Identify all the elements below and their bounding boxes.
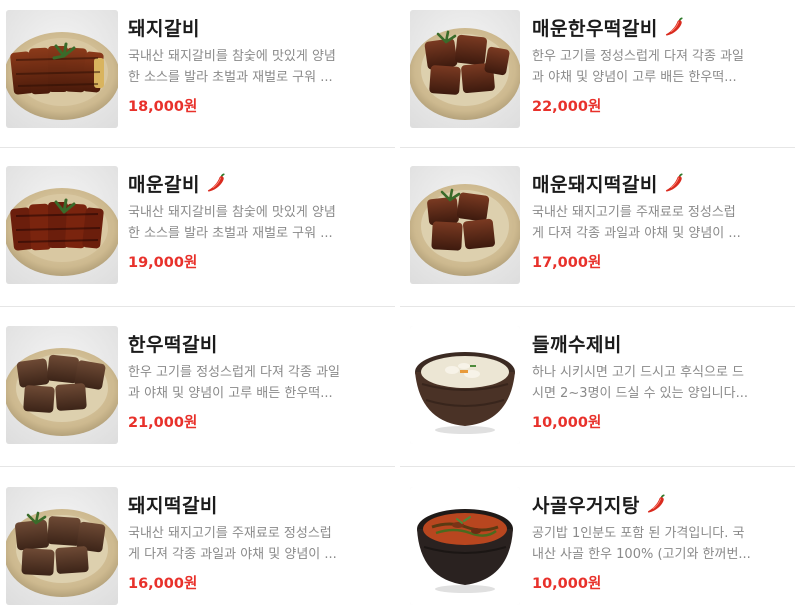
chili-pepper-icon <box>663 16 685 38</box>
menu-item-name: 한우떡갈비 <box>128 333 218 356</box>
menu-item-name: 들깨수제비 <box>532 333 622 356</box>
chili-pepper-icon <box>205 172 227 194</box>
menu-item-price: 22,000원 <box>532 99 602 115</box>
menu-item-price: 21,000원 <box>128 415 198 431</box>
menu-item-info: 매운갈비 국내산 돼지갈비를 참숯에 맛있게 양념 한 소스를 발라 초벌과 재… <box>128 168 378 272</box>
menu-item-image[interactable] <box>410 10 520 128</box>
menu-item-description: 국내산 돼지고기를 주재료로 정성스럽 게 다져 각종 과일과 야채 및 양념이… <box>532 202 788 244</box>
menu-item-pork-tteokgalbi[interactable]: 돼지떡갈비 국내산 돼지고기를 주재료로 정성스럽 게 다져 각종 과일과 야채… <box>0 481 395 615</box>
menu-item-price: 18,000원 <box>128 99 198 115</box>
menu-item-sagol-ugeoji-tang[interactable]: 사골우거지탕 공기밥 1인분도 포함 된 가격입니다. 국 내산 사골 한우 1… <box>400 481 795 615</box>
description-line: 국내산 돼지갈비를 참숯에 맛있게 양념 <box>128 205 336 220</box>
menu-item-description: 하나 시키시면 고기 드시고 후식으로 드 시면 2~3명이 드실 수 있는 양… <box>532 362 788 404</box>
menu-item-name: 사골우거지탕 <box>532 494 640 517</box>
menu-item-name: 돼지갈비 <box>128 17 200 40</box>
menu-item-description: 국내산 돼지갈비를 참숯에 맛있게 양념 한 소스를 발라 초벌과 재벌로 구워… <box>128 46 378 88</box>
description-line: 공기밥 1인분도 포함 된 가격입니다. 국 <box>532 526 745 541</box>
description-line: 한우 고기를 정성스럽게 다져 각종 과일 <box>128 365 341 380</box>
menu-item-image[interactable] <box>410 166 520 284</box>
menu-item-info: 사골우거지탕 공기밥 1인분도 포함 된 가격입니다. 국 내산 사골 한우 1… <box>532 489 788 593</box>
description-line: 내산 사골 한우 100% (고기와 한꺼번... <box>532 547 751 562</box>
menu-item-title[interactable]: 돼지갈비 <box>128 12 378 42</box>
description-line: 국내산 돼지갈비를 참숯에 맛있게 양념 <box>128 49 336 64</box>
description-line: 국내산 돼지고기를 주재료로 정성스럽 <box>532 205 736 220</box>
menu-item-description: 한우 고기를 정성스럽게 다져 각종 과일 과 야채 및 양념이 고루 배든 한… <box>128 362 378 404</box>
description-line: 게 다져 각종 과일과 야채 및 양념이 ... <box>532 226 741 241</box>
menu-item-description: 국내산 돼지갈비를 참숯에 맛있게 양념 한 소스를 발라 초벌과 재벌로 구워… <box>128 202 378 244</box>
menu-item-title[interactable]: 돼지떡갈비 <box>128 489 378 519</box>
menu-item-name: 돼지떡갈비 <box>128 494 218 517</box>
description-line: 한우 고기를 정성스럽게 다져 각종 과일 <box>532 49 745 64</box>
menu-item-description: 한우 고기를 정성스럽게 다져 각종 과일 과 야채 및 양념이 고루 배든 한… <box>532 46 788 88</box>
description-line: 시면 2~3명이 드실 수 있는 양입니다... <box>532 386 748 401</box>
menu-item-price: 10,000원 <box>532 415 602 431</box>
menu-item-info: 돼지떡갈비 국내산 돼지고기를 주재료로 정성스럽 게 다져 각종 과일과 야채… <box>128 489 378 593</box>
menu-item-image[interactable] <box>6 326 118 444</box>
menu-item-title[interactable]: 한우떡갈비 <box>128 328 378 358</box>
menu-item-image[interactable] <box>410 326 520 444</box>
menu-item-price: 17,000원 <box>532 255 602 271</box>
menu-item-image[interactable] <box>6 487 118 605</box>
menu-item-info: 매운돼지떡갈비 국내산 돼지고기를 주재료로 정성스럽 게 다져 각종 과일과 … <box>532 168 788 272</box>
menu-item-name: 매운돼지떡갈비 <box>532 173 658 196</box>
menu-item-title[interactable]: 들깨수제비 <box>532 328 788 358</box>
menu-item-perilla-sujebi[interactable]: 들깨수제비 하나 시키시면 고기 드시고 후식으로 드 시면 2~3명이 드실 … <box>400 320 795 470</box>
menu-item-info: 매운한우떡갈비 한우 고기를 정성스럽게 다져 각종 과일 과 야채 및 양념이… <box>532 12 788 116</box>
menu-item-name: 매운한우떡갈비 <box>532 17 658 40</box>
menu-item-title[interactable]: 사골우거지탕 <box>532 489 788 519</box>
menu-item-price: 19,000원 <box>128 255 198 271</box>
description-line: 국내산 돼지고기를 주재료로 정성스럽 <box>128 526 332 541</box>
menu-item-title[interactable]: 매운갈비 <box>128 168 378 198</box>
menu-item-hanwoo-tteokgalbi[interactable]: 한우떡갈비 한우 고기를 정성스럽게 다져 각종 과일 과 야채 및 양념이 고… <box>0 320 395 470</box>
menu-item-info: 한우떡갈비 한우 고기를 정성스럽게 다져 각종 과일 과 야채 및 양념이 고… <box>128 328 378 432</box>
menu-item-info: 돼지갈비 국내산 돼지갈비를 참숯에 맛있게 양념 한 소스를 발라 초벌과 재… <box>128 12 378 116</box>
menu-item-image[interactable] <box>410 487 520 605</box>
menu-item-description: 국내산 돼지고기를 주재료로 정성스럽 게 다져 각종 과일과 야채 및 양념이… <box>128 523 378 565</box>
menu-item-spicy-pork-tteokgalbi[interactable]: 매운돼지떡갈비 국내산 돼지고기를 주재료로 정성스럽 게 다져 각종 과일과 … <box>400 160 795 310</box>
menu-item-image[interactable] <box>6 166 118 284</box>
description-line: 과 야채 및 양념이 고루 배든 한우떡... <box>532 70 737 85</box>
description-line: 한 소스를 발라 초벌과 재벌로 구워 ... <box>128 226 333 241</box>
description-line: 한 소스를 발라 초벌과 재벌로 구워 ... <box>128 70 333 85</box>
menu-item-spicy-hanwoo-tteokgalbi[interactable]: 매운한우떡갈비 한우 고기를 정성스럽게 다져 각종 과일 과 야채 및 양념이… <box>400 4 795 154</box>
menu-item-pork-galbi[interactable]: 돼지갈비 국내산 돼지갈비를 참숯에 맛있게 양념 한 소스를 발라 초벌과 재… <box>0 4 395 154</box>
menu-item-title[interactable]: 매운돼지떡갈비 <box>532 168 788 198</box>
menu-item-description: 공기밥 1인분도 포함 된 가격입니다. 국 내산 사골 한우 100% (고기… <box>532 523 788 565</box>
description-line: 하나 시키시면 고기 드시고 후식으로 드 <box>532 365 745 380</box>
menu-item-info: 들깨수제비 하나 시키시면 고기 드시고 후식으로 드 시면 2~3명이 드실 … <box>532 328 788 432</box>
chili-pepper-icon <box>645 493 667 515</box>
menu-item-price: 10,000원 <box>532 576 602 592</box>
description-line: 과 야채 및 양념이 고루 배든 한우떡... <box>128 386 333 401</box>
menu-item-spicy-galbi[interactable]: 매운갈비 국내산 돼지갈비를 참숯에 맛있게 양념 한 소스를 발라 초벌과 재… <box>0 160 395 310</box>
menu-grid: 돼지갈비 국내산 돼지갈비를 참숯에 맛있게 양념 한 소스를 발라 초벌과 재… <box>0 0 795 615</box>
menu-item-name: 매운갈비 <box>128 173 200 196</box>
chili-pepper-icon <box>663 172 685 194</box>
menu-item-title[interactable]: 매운한우떡갈비 <box>532 12 788 42</box>
menu-item-price: 16,000원 <box>128 576 198 592</box>
description-line: 게 다져 각종 과일과 야채 및 양념이 ... <box>128 547 337 562</box>
menu-item-image[interactable] <box>6 10 118 128</box>
